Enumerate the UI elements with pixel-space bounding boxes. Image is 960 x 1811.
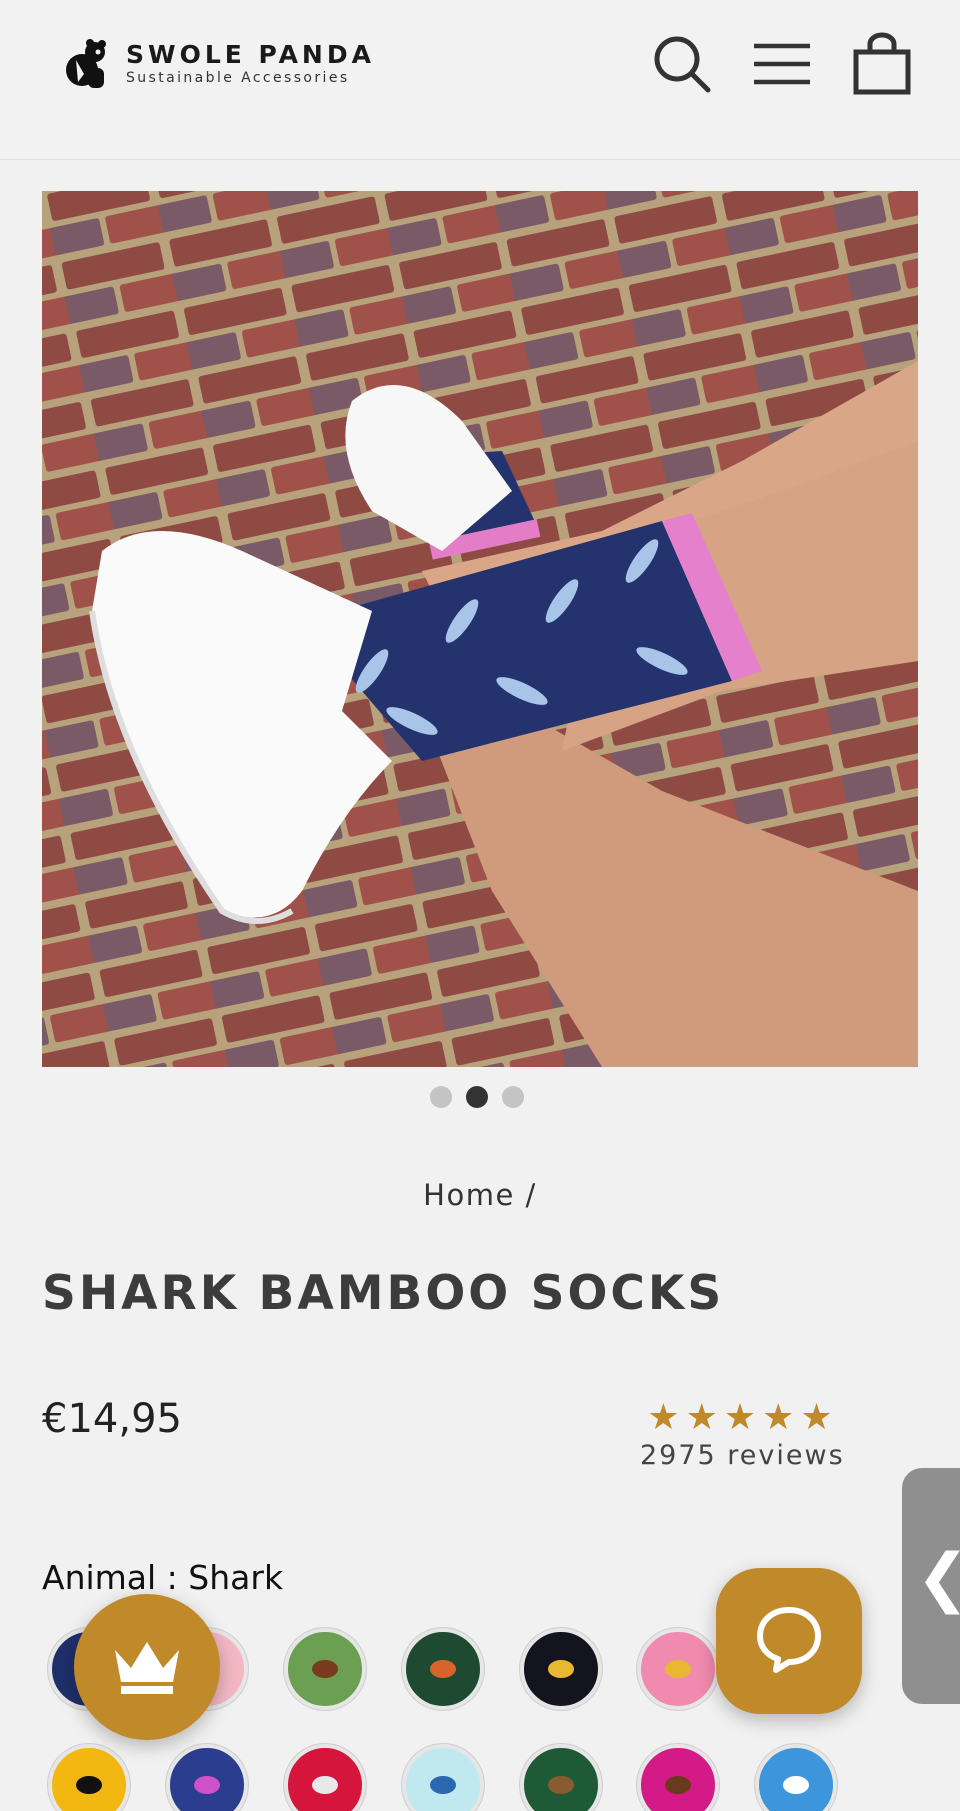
swatch-seahorse[interactable]: [166, 1744, 248, 1811]
badger-motif-icon: [312, 1776, 338, 1794]
gallery-pagination: [430, 1086, 524, 1108]
puffin-motif-icon: [76, 1776, 102, 1794]
chat-icon: [757, 1607, 821, 1673]
swatch-bird[interactable]: [402, 1744, 484, 1811]
star-icon: ★: [685, 1397, 718, 1438]
chevron-left-icon: ❮: [916, 1546, 960, 1610]
bee-motif-icon: [548, 1660, 574, 1678]
seahorse-motif-icon: [194, 1776, 220, 1794]
side-drawer-tab[interactable]: ❮: [902, 1468, 960, 1704]
crown-icon: [115, 1642, 179, 1694]
star-icon: ★: [762, 1397, 795, 1438]
bear-motif-icon: [548, 1776, 574, 1794]
chat-button[interactable]: [716, 1568, 862, 1714]
swatch-polar-bear[interactable]: [755, 1744, 837, 1811]
cart-icon: [853, 32, 911, 95]
fox-motif-icon: [430, 1660, 456, 1678]
hedgehog-motif-icon: [665, 1776, 691, 1794]
menu-icon: [754, 43, 810, 85]
product-price: €14,95: [42, 1396, 182, 1442]
gallery-dot-2-active[interactable]: [466, 1086, 488, 1108]
polar-bear-motif-icon: [783, 1776, 809, 1794]
panda-logo-icon: [66, 39, 106, 88]
breadcrumb[interactable]: Home /: [0, 1178, 960, 1212]
product-photo-socks-on-bricks: [42, 191, 918, 1067]
star-icon: ★: [647, 1397, 680, 1438]
bee-motif-icon: [665, 1660, 691, 1678]
product-title: SHARK BAMBOO SOCKS: [42, 1266, 725, 1321]
brand-name: SWOLE PANDA: [126, 40, 375, 69]
cart-button[interactable]: [850, 32, 914, 96]
variant-label: Animal : Shark: [42, 1558, 284, 1597]
bird-motif-icon: [430, 1776, 456, 1794]
menu-button[interactable]: [750, 32, 814, 96]
swatch-fox[interactable]: [402, 1628, 484, 1710]
product-rating[interactable]: ★ ★ ★ ★ ★ 2975 reviews: [640, 1400, 845, 1472]
swatch-highland-cow[interactable]: [284, 1628, 366, 1710]
brand-logo[interactable]: SWOLE PANDA Sustainable Accessories: [62, 38, 375, 90]
search-button[interactable]: [650, 32, 714, 96]
site-header: SWOLE PANDA Sustainable Accessories: [0, 0, 960, 160]
swatch-bear[interactable]: [520, 1744, 602, 1811]
star-icon: ★: [723, 1397, 757, 1438]
search-icon: [654, 36, 711, 93]
reviews-count: 2975 reviews: [640, 1440, 845, 1471]
swatch-bee-pink[interactable]: [637, 1628, 719, 1710]
brand-tagline: Sustainable Accessories: [126, 70, 350, 86]
gallery-dot-1[interactable]: [430, 1086, 452, 1108]
swatch-hedgehog[interactable]: [637, 1744, 719, 1811]
swatch-bee-black[interactable]: [520, 1628, 602, 1710]
rating-stars: ★ ★ ★ ★ ★: [640, 1400, 840, 1436]
swatch-badger[interactable]: [284, 1744, 366, 1811]
gallery-dot-3[interactable]: [502, 1086, 524, 1108]
swatch-puffin[interactable]: [48, 1744, 130, 1811]
product-image[interactable]: [42, 191, 918, 1067]
star-icon: ★: [800, 1397, 833, 1438]
loyalty-rewards-button[interactable]: [74, 1594, 220, 1740]
cow-motif-icon: [312, 1660, 338, 1678]
